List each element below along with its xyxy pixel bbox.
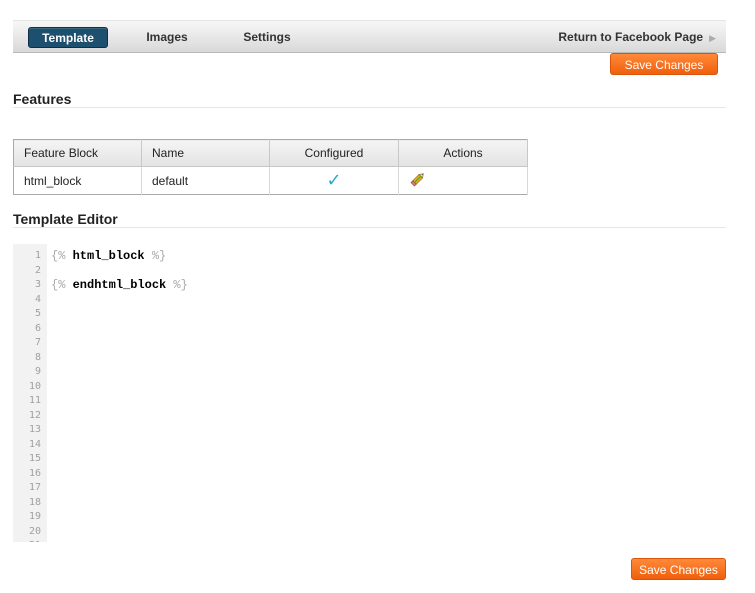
features-heading: Features [13, 91, 72, 107]
line-number: 12 [28, 409, 41, 421]
cell-configured: ✓ [269, 166, 399, 195]
template-editor-heading: Template Editor [13, 211, 118, 227]
return-to-facebook-link[interactable]: Return to Facebook Page ▶ [558, 27, 716, 48]
template-editor-divider [13, 227, 726, 228]
line-number: 18 [28, 496, 41, 508]
line-number: 19 [28, 511, 41, 522]
cell-name: default [141, 166, 270, 195]
features-table: Feature Block Name Configured Actions ht… [13, 139, 528, 195]
column-header-feature-block: Feature Block [13, 139, 142, 167]
line-number: 17 [28, 482, 41, 493]
line-number: 15 [28, 453, 41, 464]
line-number: 8 [34, 351, 41, 363]
line-number: 1 [34, 250, 41, 261]
tab-template[interactable]: Template [28, 27, 108, 48]
line-number: 7 [34, 337, 41, 348]
checkmark-icon: ✓ [326, 170, 342, 190]
tab-settings[interactable]: Settings [226, 27, 308, 48]
column-header-name: Name [141, 139, 270, 167]
top-navbar: Template Images Settings Return to Faceb… [13, 20, 726, 53]
code-line: {% endhtml_block %} [51, 278, 188, 292]
line-number: 6 [34, 322, 41, 334]
table-row: html_block default ✓ [13, 166, 528, 195]
arrow-right-icon: ▶ [709, 33, 716, 43]
line-number: 20 [28, 525, 41, 537]
line-number: 10 [28, 380, 41, 392]
line-number-gutter: 123456789101112131415161718192021 [13, 244, 47, 542]
template-code-editor[interactable]: 123456789101112131415161718192021 {% htm… [13, 244, 726, 542]
line-number: 3 [34, 279, 41, 290]
column-header-configured: Configured [269, 139, 399, 167]
return-link-label: Return to Facebook Page [558, 30, 704, 44]
features-divider [13, 107, 726, 108]
table-header-row: Feature Block Name Configured Actions [13, 139, 528, 167]
tab-images[interactable]: Images [128, 27, 206, 48]
code-line: {% html_block %} [51, 249, 167, 263]
line-number: 2 [34, 264, 41, 276]
line-number: 21 [13, 539, 41, 542]
line-number: 13 [28, 424, 41, 435]
line-number: 5 [34, 308, 41, 319]
line-number: 16 [28, 467, 41, 479]
line-number: 9 [34, 366, 41, 377]
cell-actions [398, 166, 528, 195]
line-number: 11 [28, 395, 41, 406]
save-changes-button-top[interactable]: Save Changes [610, 53, 718, 75]
line-number: 4 [34, 293, 41, 305]
line-number: 14 [28, 438, 41, 450]
pencil-icon[interactable] [409, 170, 427, 191]
column-header-actions: Actions [398, 139, 528, 167]
save-changes-button-bottom[interactable]: Save Changes [631, 558, 726, 580]
cell-feature-block: html_block [13, 166, 142, 195]
